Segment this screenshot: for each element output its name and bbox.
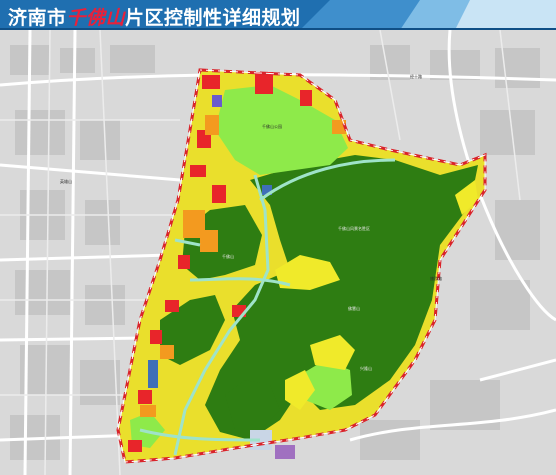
title-highlight: 千佛山 [66,7,126,29]
map-label-lvyou: 旅游路 [430,275,442,281]
map-label-fohui: 佛慧山 [348,305,360,311]
map-label-qianfo: 千佛山 [222,253,234,259]
page-title: 济南市千佛山片区控制性详细规划 [8,3,301,30]
map-label-jingshi: 经十路 [410,73,422,79]
map-label-scenic: 千佛山风景名胜区 [338,225,370,231]
map-label-xinglong: 兴隆山 [360,365,372,371]
map-label-park: 千佛山公园 [262,123,282,129]
title-prefix: 济南市 [8,7,67,29]
title-suffix: 片区控制性详细规划 [125,7,301,29]
map-label-yingxiong: 英雄山 [60,178,72,184]
planning-map: 千佛山公园 千佛山风景名胜区 千佛山 佛慧山 兴隆山 英雄山 旅游路 经十路 [0,30,556,475]
title-bar: 济南市千佛山片区控制性详细规划 [0,0,556,30]
